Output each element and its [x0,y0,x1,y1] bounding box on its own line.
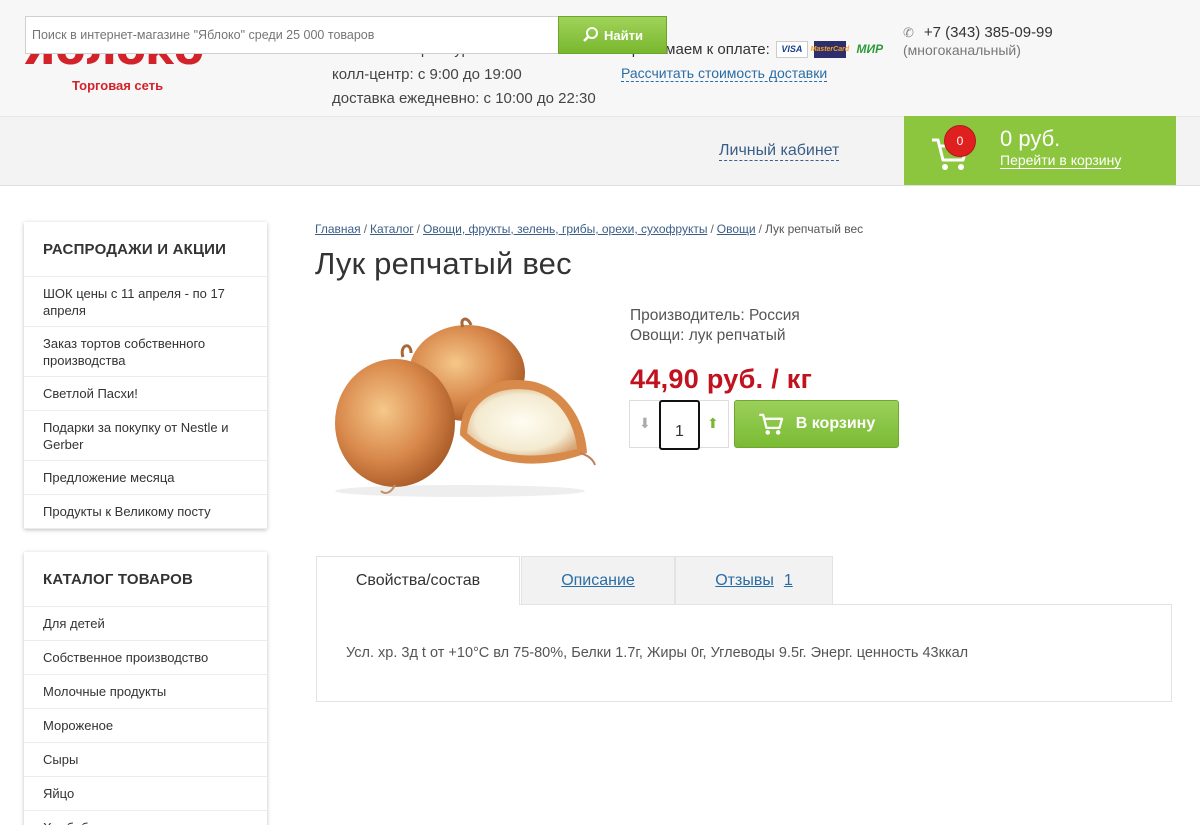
page-title: Лук репчатый вес [315,246,572,281]
sales-menu-title: РАСПРОДАЖИ И АКЦИИ [24,222,267,277]
tab-description[interactable]: Описание [521,556,675,604]
mastercard-icon: MasterCard [811,40,849,58]
phone-icon: ✆ [903,24,914,40]
phone-block: ✆ +7 (343) 385-09-99 (многоканальный) [903,24,1053,58]
phone-number[interactable]: +7 (343) 385-09-99 [924,24,1053,41]
account-link[interactable]: Личный кабинет [719,142,840,161]
visa-icon: VISA [775,40,808,58]
cart-total: 0 руб. [1000,126,1061,151]
breadcrumb-home[interactable]: Главная [315,222,361,236]
product-image [335,317,596,497]
add-to-cart-button[interactable]: В корзину [734,400,899,448]
product-attributes: Производитель: Россия Овощи: лук репчаты… [630,306,800,346]
sidebar-item-easter[interactable]: Светлой Пасхи! [24,377,267,411]
quantity-input[interactable] [659,400,700,450]
sidebar-item-lent-products[interactable]: Продукты к Великому посту [24,495,267,529]
search-button-label: Найти [604,27,643,43]
cart-icon [759,413,783,435]
product-price: 44,90 руб. / кг [630,364,813,394]
breadcrumb-produce[interactable]: Овощи, фрукты, зелень, грибы, орехи, сух… [423,222,707,236]
product-category: Овощи: лук репчатый [630,327,786,344]
product-tabs: Свойства/состав Описание Отзывы 1 [316,556,833,605]
catalog-item-eggs[interactable]: Яйцо [24,777,267,811]
delivery-hours: доставка ежедневно: с 10:00 до 22:30 [332,90,596,107]
catalog-item-dairy[interactable]: Молочные продукты [24,675,267,709]
manufacturer: Производитель: Россия [630,307,800,324]
properties-text: Усл. хр. 3д t от +10°C вл 75-80%, Белки … [346,645,969,661]
sidebar-item-month-offer[interactable]: Предложение месяца [24,461,267,495]
breadcrumb-catalog[interactable]: Каталог [370,222,414,236]
sidebar-item-nestle-gifts[interactable]: Подарки за покупку от Nestle и Gerber [24,411,267,461]
search-button[interactable]: Найти [558,16,667,54]
phone-note: (многоканальный) [903,42,1021,58]
mir-icon: МИР [856,42,884,56]
catalog-item-ice-cream[interactable]: Мороженое [24,709,267,743]
increase-arrow-icon[interactable]: ⬆ [707,415,719,432]
breadcrumb: Главная / Каталог / Овощи, фрукты, зелень, г… [315,222,864,236]
delivery-cost-link[interactable]: Рассчитать стоимость доставки [621,65,828,82]
catalog-item-cheese[interactable]: Сыры [24,743,267,777]
add-to-cart-label: В корзину [795,415,876,432]
search-icon [583,27,599,42]
quantity-stepper: ⬇ ⬆ [629,400,729,450]
reviews-count: 1 [783,571,793,589]
sidebar-item-shock-prices[interactable]: ШОК цены с 11 апреля - по 17 апреля [24,277,267,327]
catalog-item-own-production[interactable]: Собственное производство [24,641,267,675]
sidebar-item-cake-order[interactable]: Заказ тортов собственного производства [24,327,267,377]
tab-reviews[interactable]: Отзывы 1 [675,556,833,604]
catalog-menu-title: КАТАЛОГ ТОВАРОВ [24,552,267,607]
breadcrumb-vegetables[interactable]: Овощи [717,222,756,236]
cart-count-badge: 0 [944,125,976,157]
tab-reviews-label: Отзывы [715,571,774,589]
breadcrumb-current: Лук репчатый вес [764,222,864,236]
tab-panel-properties: Усл. хр. 3д t от +10°C вл 75-80%, Белки … [316,604,1172,702]
catalog-menu: КАТАЛОГ ТОВАРОВ Для детей Собственное пр… [24,552,267,825]
sales-menu: РАСПРОДАЖИ И АКЦИИ ШОК цены с 11 апреля … [24,222,267,529]
catalog-item-bakery[interactable]: Хлебобулочные изделия и [24,811,267,825]
search-input[interactable] [25,16,559,54]
logo-subtitle: Торговая сеть [72,78,164,93]
catalog-item-kids[interactable]: Для детей [24,607,267,641]
call-center-hours: колл-центр: с 9:00 до 19:00 [332,65,522,83]
decrease-arrow-icon[interactable]: ⬇ [639,415,651,432]
tab-properties[interactable]: Свойства/состав [316,556,520,605]
go-to-cart-link[interactable]: Перейти в корзину [1000,153,1122,169]
